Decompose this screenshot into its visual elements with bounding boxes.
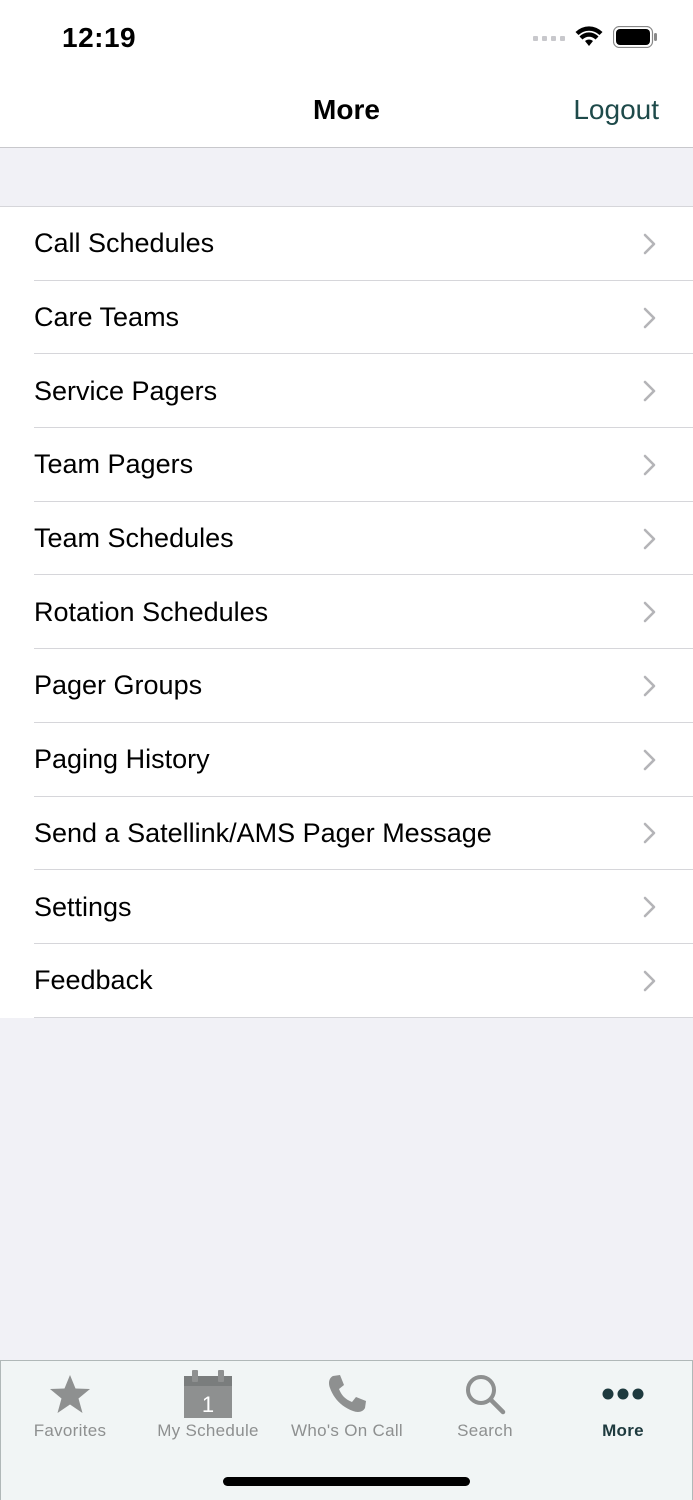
cellular-signal-icon — [533, 36, 565, 41]
battery-icon — [613, 26, 657, 48]
calendar-icon: 1 — [184, 1370, 232, 1418]
menu-item-label: Paging History — [34, 744, 210, 775]
menu-item-label: Call Schedules — [34, 228, 215, 259]
chevron-right-icon — [643, 749, 656, 770]
tab-label: Who's On Call — [290, 1421, 403, 1440]
tab-search[interactable]: Search — [416, 1361, 554, 1451]
logout-button[interactable]: Logout — [573, 94, 659, 126]
menu-item-label: Team Pagers — [34, 449, 194, 480]
menu-item-label: Team Schedules — [34, 523, 234, 554]
chevron-right-icon — [643, 896, 656, 918]
tab-label: My Schedule — [157, 1421, 259, 1440]
calendar-day: 1 — [202, 1392, 214, 1417]
menu-item-label: Care Teams — [34, 302, 180, 333]
home-indicator[interactable] — [223, 1477, 470, 1486]
tab-my-schedule[interactable]: 1 My Schedule — [139, 1361, 277, 1451]
chevron-right-icon — [643, 233, 656, 255]
menu-item-label: Send a Satellink/AMS Pager Message — [34, 817, 492, 848]
menu-item-service-pagers[interactable]: Service Pagers — [0, 354, 693, 428]
menu-item-label: Settings — [34, 891, 132, 922]
menu-item-label: Service Pagers — [34, 375, 218, 406]
menu-item-label: Rotation Schedules — [34, 596, 269, 627]
tab-favorites[interactable]: Favorites — [1, 1361, 139, 1451]
chevron-right-icon — [643, 601, 656, 623]
wifi-icon — [575, 26, 603, 46]
menu-item-care-teams[interactable]: Care Teams — [0, 281, 693, 355]
chevron-right-icon — [643, 823, 656, 844]
more-menu-list: Call Schedules Care Teams Service Pagers… — [0, 206, 693, 1018]
status-time: 12:19 — [62, 22, 137, 53]
chevron-right-icon — [643, 380, 656, 402]
search-icon — [466, 1375, 506, 1415]
menu-item-team-pagers[interactable]: Team Pagers — [0, 428, 693, 502]
chevron-right-icon — [643, 675, 656, 697]
menu-item-pager-groups[interactable]: Pager Groups — [0, 649, 693, 723]
menu-item-settings[interactable]: Settings — [0, 870, 693, 944]
phone-icon — [329, 1375, 366, 1412]
chevron-right-icon — [643, 307, 656, 328]
tab-label: Search — [457, 1421, 513, 1440]
menu-item-team-schedules[interactable]: Team Schedules — [0, 502, 693, 576]
menu-item-call-schedules[interactable]: Call Schedules — [0, 207, 693, 281]
navigation-bar: More Logout — [0, 76, 693, 148]
tab-label: Favorites — [33, 1421, 107, 1440]
tab-label: More — [602, 1421, 644, 1440]
menu-item-feedback[interactable]: Feedback — [0, 944, 693, 1018]
chevron-right-icon — [643, 454, 656, 476]
tab-more[interactable]: More — [554, 1361, 692, 1451]
menu-item-paging-history[interactable]: Paging History — [0, 723, 693, 797]
menu-item-send-pager-message[interactable]: Send a Satellink/AMS Pager Message — [0, 797, 693, 871]
chevron-right-icon — [643, 528, 656, 549]
menu-item-label: Pager Groups — [34, 670, 203, 701]
status-icons — [533, 26, 657, 48]
menu-item-label: Feedback — [34, 965, 153, 996]
menu-item-rotation-schedules[interactable]: Rotation Schedules — [0, 575, 693, 649]
chevron-right-icon — [643, 970, 656, 992]
status-bar: 12:19 — [0, 0, 693, 76]
star-icon — [50, 1375, 90, 1413]
tab-whos-on-call[interactable]: Who's On Call — [278, 1361, 416, 1451]
more-dots-icon — [602, 1388, 644, 1400]
